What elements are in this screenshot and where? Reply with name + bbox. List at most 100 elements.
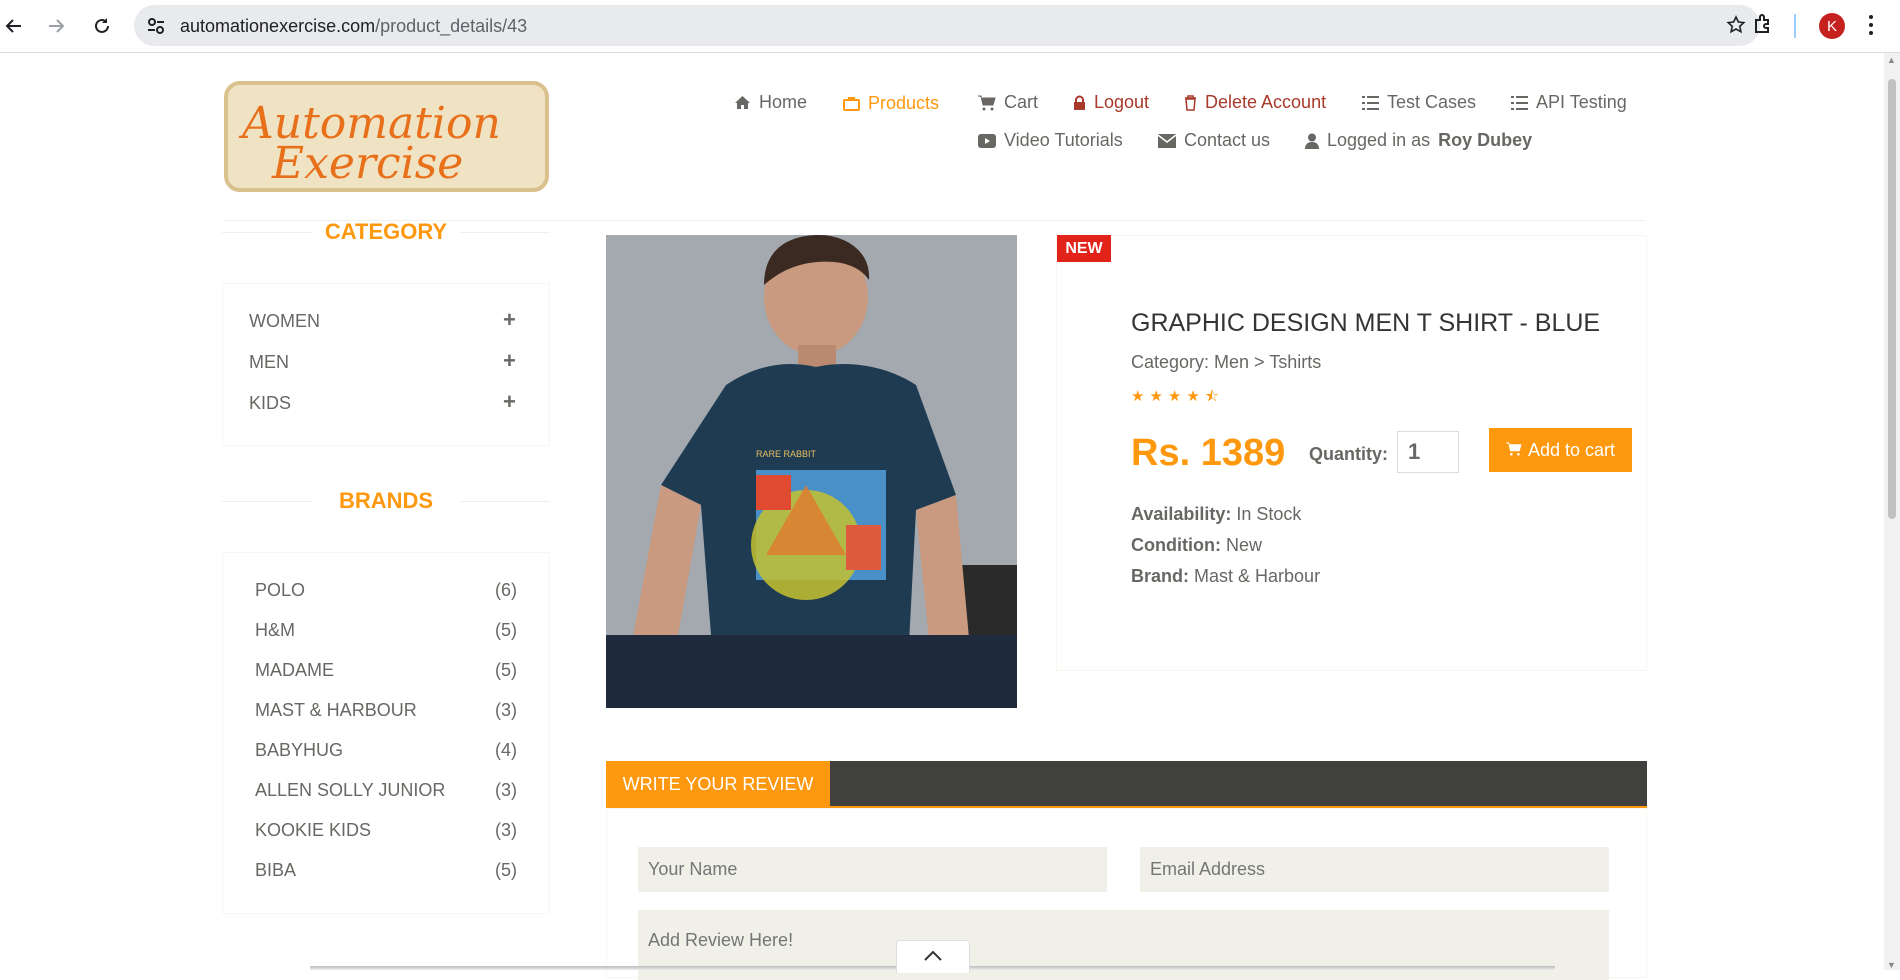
list-icon (1362, 95, 1379, 110)
nav-test-cases[interactable]: Test Cases (1362, 92, 1476, 113)
extensions-icon[interactable] (1752, 12, 1776, 41)
condition-label: Condition: (1131, 535, 1221, 555)
logo-line2: Exercise (271, 138, 463, 188)
brands-title: BRANDS (222, 488, 550, 514)
product-image: RARE RABBIT (606, 235, 1017, 708)
nav-test-cases-label: Test Cases (1387, 92, 1477, 112)
brand-name[interactable]: POLO (255, 580, 305, 601)
youtube-icon (978, 133, 996, 148)
product-rating: ★★★★⯪ (1131, 386, 1224, 411)
star-icon: ★ (1131, 388, 1150, 405)
nav-api-testing[interactable]: API Testing (1511, 92, 1627, 113)
star-icon: ★ (1167, 388, 1187, 405)
browser-toolbar: automationexercise.com/product_details/4… (0, 0, 1900, 53)
category-men[interactable]: MEN (249, 352, 289, 373)
availability-row: Availability: In Stock (1131, 504, 1301, 525)
plus-icon[interactable]: + (503, 348, 516, 374)
add-to-cart-button[interactable]: Add to cart (1489, 428, 1632, 472)
scroll-down-arrow-icon[interactable]: ▼ (1887, 960, 1896, 970)
forward-icon[interactable] (42, 12, 70, 40)
brand-row: Brand: Mast & Harbour (1131, 566, 1320, 587)
brand-count: (5) (495, 660, 517, 680)
condition-value: New (1225, 535, 1262, 555)
user-icon (1305, 133, 1319, 149)
address-bar[interactable]: automationexercise.com/product_details/4… (134, 5, 1760, 46)
nav-delete-account-label: Delete Account (1205, 92, 1327, 112)
brand-name[interactable]: BIBA (255, 860, 296, 881)
logged-in-username: Roy Dubey (1438, 130, 1533, 150)
envelope-icon (1158, 133, 1176, 148)
brand-name[interactable]: BABYHUG (255, 740, 343, 761)
site-settings-icon[interactable] (146, 16, 166, 41)
category-panel: WOMEN + MEN + KIDS + (222, 283, 550, 446)
scrollbar-thumb[interactable] (1888, 79, 1896, 519)
nav-home-label: Home (759, 92, 808, 112)
briefcase-icon (843, 96, 860, 111)
quantity-input[interactable] (1397, 431, 1459, 473)
nav-logout[interactable]: Logout (1073, 92, 1149, 113)
site-logo[interactable]: Automation Exercise (224, 81, 549, 192)
browser-menu-icon[interactable] (1868, 13, 1874, 42)
nav-contact-us-label: Contact us (1184, 130, 1271, 150)
list-icon (1511, 95, 1528, 110)
brand-count: (5) (495, 620, 517, 640)
brand-count: (6) (495, 580, 517, 600)
nav-cart-label: Cart (1004, 92, 1039, 112)
brand-count: (5) (495, 860, 517, 880)
brand-count: (3) (495, 700, 517, 720)
nav-home[interactable]: Home (734, 92, 807, 113)
condition-row: Condition: New (1131, 535, 1262, 556)
review-email-input[interactable] (1140, 847, 1609, 892)
scroll-to-top-button[interactable] (896, 940, 970, 973)
nav-products-label: Products (868, 93, 940, 113)
nav-video-tutorials[interactable]: Video Tutorials (978, 130, 1123, 151)
tab-write-review[interactable]: WRITE YOUR REVIEW (606, 761, 830, 808)
star-icon: ★ (1186, 388, 1205, 405)
review-name-input[interactable] (638, 847, 1107, 892)
brand-count: (3) (495, 820, 517, 840)
nav-products[interactable]: Products (843, 93, 939, 114)
plus-icon[interactable]: + (503, 307, 516, 333)
add-to-cart-label: Add to cart (1527, 439, 1616, 460)
quantity-label: Quantity: (1309, 444, 1388, 464)
trash-icon (1184, 94, 1197, 111)
category-title: CATEGORY (222, 219, 550, 245)
nav-api-testing-label: API Testing (1536, 92, 1627, 112)
cart-icon (1506, 440, 1522, 461)
bookmark-star-icon[interactable] (1726, 15, 1746, 40)
brand-name[interactable]: ALLEN SOLLY JUNIOR (255, 780, 445, 801)
brands-panel: POLO (6) H&M (5) MADAME (5) MAST & HARBOUR (… (222, 552, 550, 914)
star-half-icon: ⯪ (1204, 388, 1225, 405)
nav-logout-label: Logout (1094, 92, 1150, 112)
home-icon (734, 95, 751, 110)
logged-in-prefix: Logged in as (1327, 130, 1431, 150)
page-scrollbar[interactable]: ▲ ▼ (1884, 53, 1900, 970)
reload-icon[interactable] (88, 12, 116, 40)
product-price: Rs. 1389 (1131, 432, 1286, 474)
scroll-up-arrow-icon[interactable]: ▲ (1887, 55, 1896, 65)
toolbar-separator (1794, 14, 1796, 38)
product-name: GRAPHIC DESIGN MEN T SHIRT - BLUE (1131, 309, 1601, 337)
category-kids[interactable]: KIDS (249, 393, 291, 414)
availability-label: Availability: (1131, 504, 1232, 524)
brand-label: Brand: (1131, 566, 1189, 586)
category-women[interactable]: WOMEN (249, 311, 320, 332)
product-category: Category: Men > Tshirts (1131, 352, 1322, 372)
profile-avatar[interactable]: K (1819, 13, 1845, 39)
cart-icon (978, 95, 996, 111)
brand-count: (4) (495, 740, 517, 760)
logged-in-status: Logged in as Roy Dubey (1305, 130, 1532, 151)
new-badge: NEW (1057, 235, 1111, 262)
url-text: automationexercise.com/product_details/4… (180, 16, 527, 37)
brand-name[interactable]: KOOKIE KIDS (255, 820, 371, 841)
brand-name[interactable]: MAST & HARBOUR (255, 700, 417, 721)
back-icon[interactable] (0, 12, 28, 40)
availability-value: In Stock (1236, 504, 1302, 524)
plus-icon[interactable]: + (503, 389, 516, 415)
url-path: /product_details/43 (375, 16, 528, 36)
brand-name[interactable]: H&M (255, 620, 295, 641)
nav-delete-account[interactable]: Delete Account (1184, 92, 1326, 113)
brand-name[interactable]: MADAME (255, 660, 334, 681)
nav-cart[interactable]: Cart (978, 92, 1038, 113)
nav-contact-us[interactable]: Contact us (1158, 130, 1270, 151)
